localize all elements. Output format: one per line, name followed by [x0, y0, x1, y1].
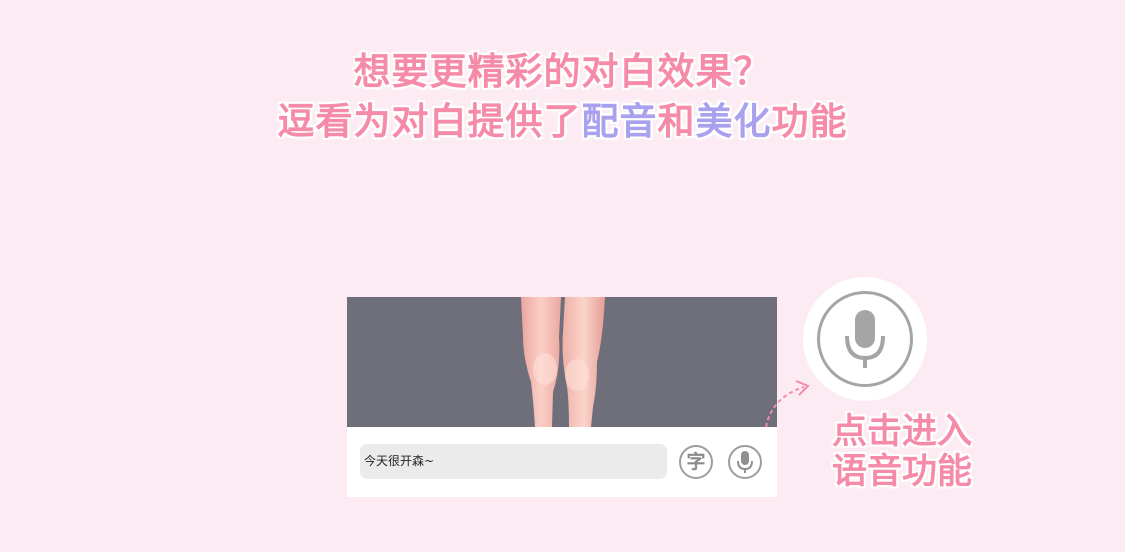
voice-button-zoom: [803, 277, 927, 401]
text-style-button[interactable]: 字: [679, 445, 713, 479]
microphone-icon: [737, 451, 753, 473]
text-style-icon: 字: [686, 450, 706, 473]
scene-preview: [347, 297, 777, 427]
headline-highlight-beautify: 美化: [695, 100, 772, 143]
headline-suffix: 功能: [771, 100, 848, 143]
headline-line-1: 想要更精彩的对白效果？: [353, 50, 772, 93]
callout-line-2: 语音功能: [832, 452, 973, 492]
character-legs-image: [521, 297, 605, 427]
voice-callout: 点击进入 语音功能: [832, 412, 1002, 492]
dialogue-input[interactable]: 今天很开森~: [360, 444, 667, 479]
headline-conjunction: 和: [657, 100, 696, 143]
headline-prefix: 逗看为对白提供了: [277, 100, 582, 143]
headline-highlight-dubbing: 配音: [581, 100, 658, 143]
chat-panel: 今天很开森~ 字: [347, 297, 777, 497]
pointer-arrow: [765, 380, 810, 428]
voice-button[interactable]: [728, 445, 762, 479]
callout-line-1: 点击进入: [832, 412, 973, 452]
headline-line-2: 逗看为对白提供了配音和美化功能: [0, 103, 1125, 140]
microphone-icon: [845, 310, 885, 368]
